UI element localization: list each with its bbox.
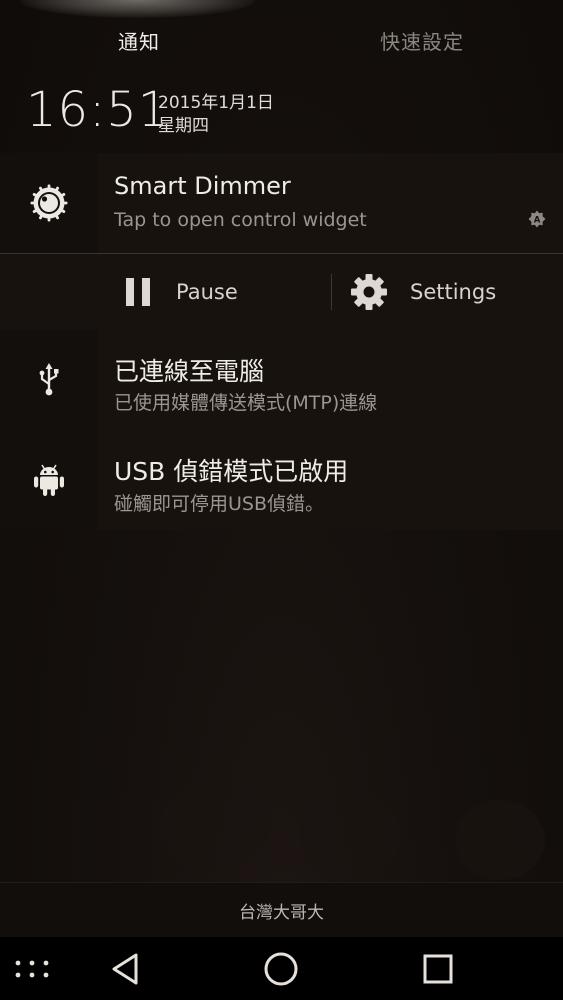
wallpaper-shape (455, 800, 545, 880)
notification-body: Smart Dimmer Tap to open control widget … (98, 153, 563, 253)
dial-icon (30, 184, 68, 222)
notification-icon-cell (0, 330, 98, 430)
pause-label: Pause (176, 280, 238, 304)
tab-notifications[interactable]: 通知 (118, 26, 160, 55)
menu-icon (15, 960, 49, 977)
notification-title: 已連線至電腦 (114, 357, 265, 386)
date-text: 2015年1月1日 (158, 93, 274, 113)
notification-shade: 通知 快速設定 16:51 2015年1月1日 星期四 Smart Dimmer… (0, 0, 563, 1000)
recents-button[interactable] (403, 937, 473, 1000)
notification-body: 已連線至電腦 已使用媒體傳送模式(MTP)連線 (98, 330, 563, 430)
svg-text:A: A (534, 215, 541, 225)
action-separator (331, 274, 332, 310)
carrier-name: 台灣大哥大 (239, 903, 324, 923)
notification-usb-connected[interactable]: 已連線至電腦 已使用媒體傳送模式(MTP)連線 (0, 330, 563, 430)
notification-text: Tap to open control widget (114, 209, 367, 231)
pause-button[interactable]: Pause (122, 254, 238, 330)
notification-text: 已使用媒體傳送模式(MTP)連線 (114, 392, 378, 414)
wallpaper-shape (300, 790, 400, 885)
clock-date[interactable]: 2015年1月1日 星期四 (158, 92, 274, 138)
notification-icon-cell (0, 430, 98, 530)
notification-title: USB 偵錯模式已啟用 (114, 457, 349, 486)
settings-label: Settings (410, 280, 497, 304)
back-icon (112, 953, 138, 984)
notification-body: USB 偵錯模式已啟用 碰觸即可停用USB偵錯。 (98, 430, 563, 530)
back-button[interactable] (90, 937, 160, 1000)
wallpaper-shape (160, 780, 270, 870)
android-icon (34, 464, 64, 496)
shade-tabs: 通知 快速設定 (0, 0, 563, 78)
home-button[interactable] (246, 937, 316, 1000)
home-icon (264, 952, 298, 985)
usb-icon (39, 363, 59, 396)
pause-icon (126, 278, 150, 306)
notification-usb-debugging[interactable]: USB 偵錯模式已啟用 碰觸即可停用USB偵錯。 (0, 430, 563, 530)
clock-time[interactable]: 16:51 (26, 82, 169, 138)
gear-icon (351, 274, 387, 310)
auto-brightness-icon: A (528, 210, 546, 228)
carrier-bar: 台灣大哥大 (0, 882, 563, 938)
notification-title: Smart Dimmer (114, 172, 291, 200)
recents-icon (423, 954, 453, 983)
notification-actions: Pause Settings (0, 254, 563, 330)
notification-smart-dimmer[interactable]: Smart Dimmer Tap to open control widget … (0, 153, 563, 253)
notification-text: 碰觸即可停用USB偵錯。 (114, 493, 325, 515)
notification-icon-cell (0, 153, 98, 253)
tab-quick-settings[interactable]: 快速設定 (380, 26, 464, 55)
settings-button[interactable]: Settings (350, 254, 496, 330)
navigation-bar (0, 937, 563, 1000)
menu-button[interactable] (0, 937, 64, 1000)
weekday-text: 星期四 (158, 116, 209, 136)
